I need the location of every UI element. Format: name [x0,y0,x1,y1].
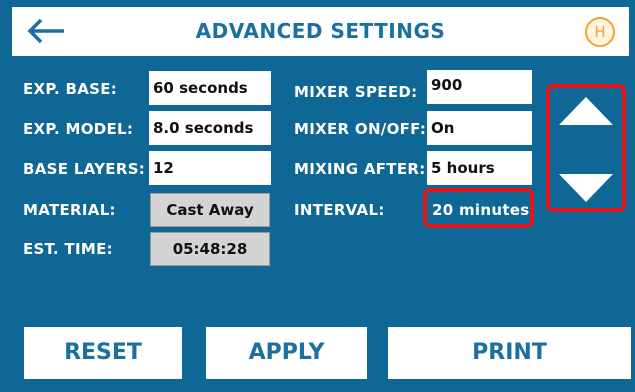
exp-model-field[interactable]: 8.0 seconds [149,111,271,145]
title-bar: ADVANCED SETTINGS H [12,7,629,56]
triangle-up-icon[interactable] [559,97,613,125]
exp-model-label: EXP. MODEL: [23,120,134,138]
reset-button[interactable]: RESET [24,327,182,379]
mixer-speed-label: MIXER SPEED: [294,83,418,101]
mixer-speed-field[interactable]: 900 [427,70,532,104]
triangle-down-icon[interactable] [559,174,613,202]
mixer-on-off-label: MIXER ON/OFF: [294,120,427,138]
material-value: Cast Away [150,193,270,227]
mixing-after-field[interactable]: 5 hours [427,151,532,185]
interval-highlight [423,188,534,228]
base-layers-label: BASE LAYERS: [23,160,146,178]
print-button[interactable]: PRINT [388,327,631,379]
est-time-label: EST. TIME: [23,240,113,258]
advanced-settings-screen: ADVANCED SETTINGS H EXP. BASE: 60 second… [0,0,635,392]
mixing-after-label: MIXING AFTER: [294,160,426,178]
page-title: ADVANCED SETTINGS [195,19,446,43]
interval-label: INTERVAL: [294,201,385,219]
apply-button[interactable]: APPLY [206,327,367,379]
mixer-on-off-field[interactable]: On [427,111,532,145]
est-time-value: 05:48:28 [150,232,270,266]
base-layers-field[interactable]: 12 [149,151,271,185]
exp-base-field[interactable]: 60 seconds [149,71,271,105]
logo-icon: H [585,17,615,47]
exp-base-label: EXP. BASE: [23,80,118,98]
material-label: MATERIAL: [23,201,116,219]
